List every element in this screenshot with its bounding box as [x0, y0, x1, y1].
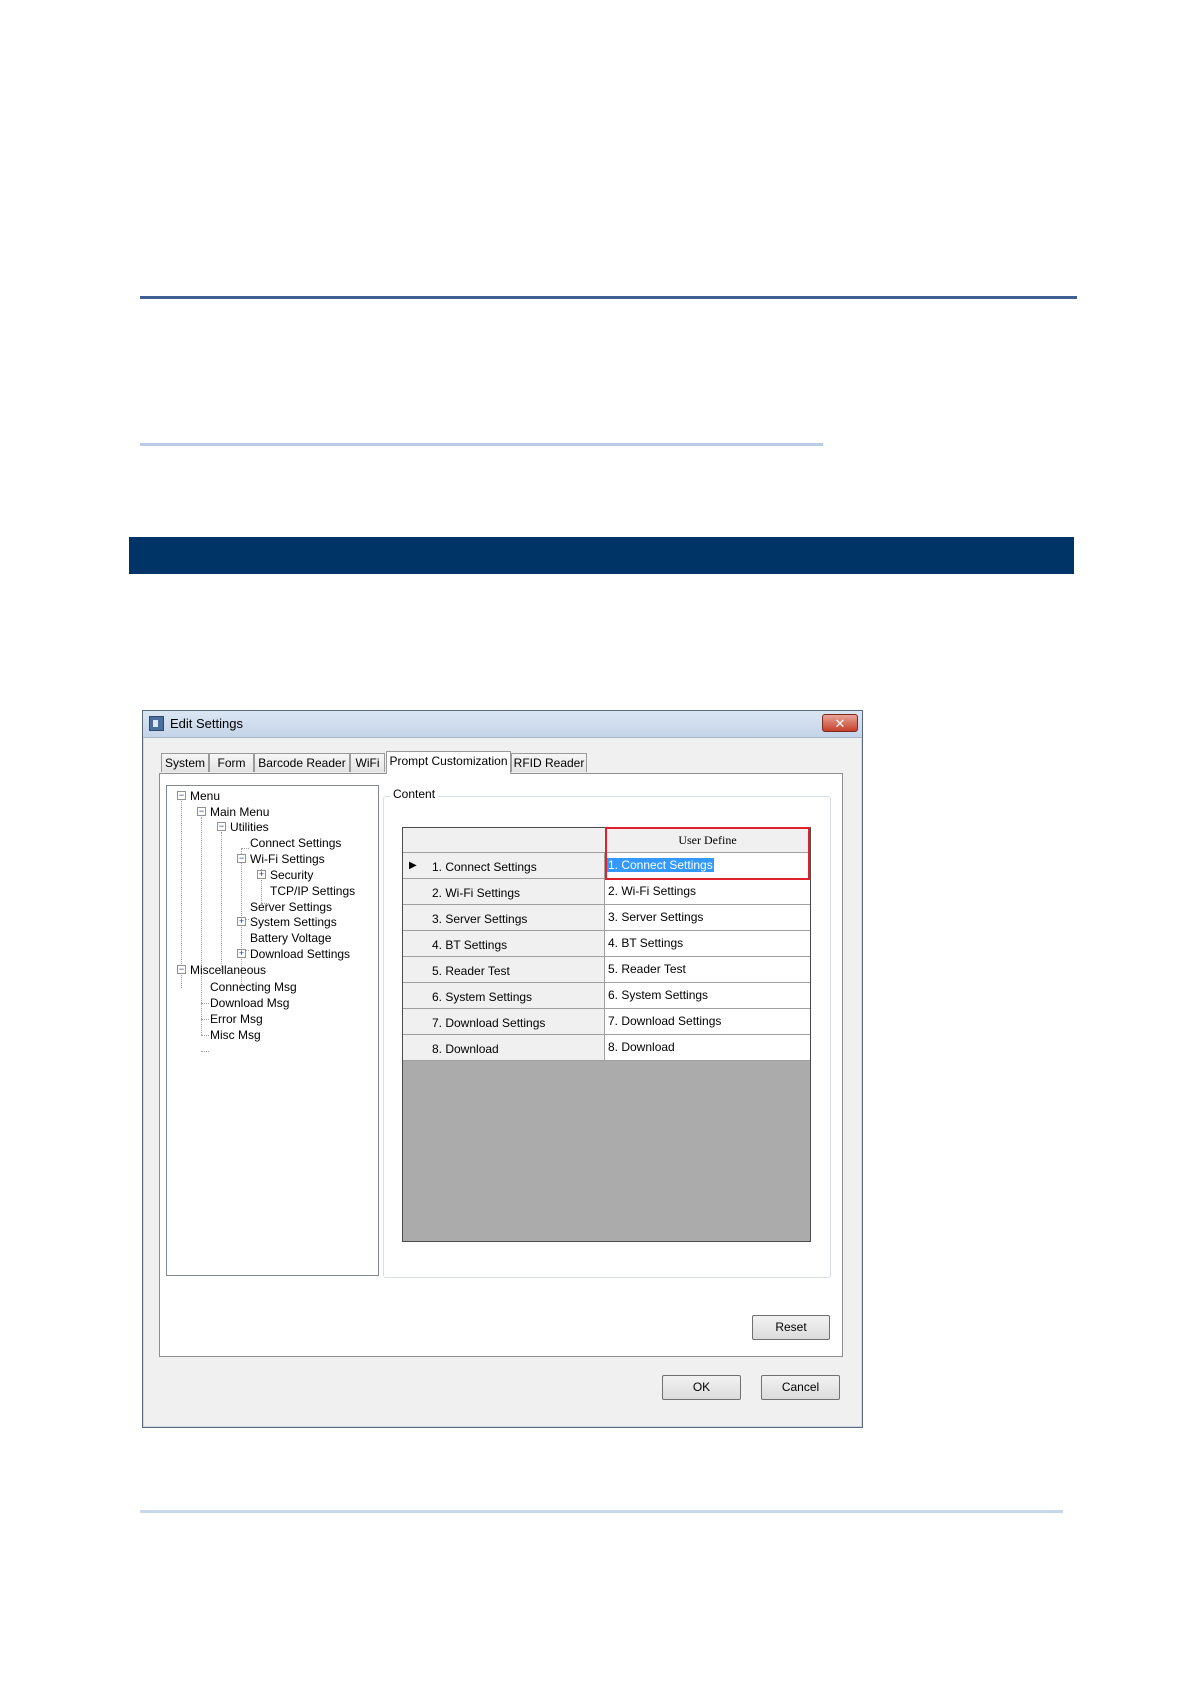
section-band: [129, 537, 1074, 574]
tab-rfid-reader[interactable]: RFID Reader: [511, 753, 587, 772]
tree-node-utilities[interactable]: Utilities: [230, 820, 269, 834]
row-header[interactable]: 5. Reader Test: [403, 957, 605, 983]
row-label: 1. Connect Settings: [432, 860, 537, 874]
table-row[interactable]: 7. Download Settings 7. Download Setting…: [403, 1009, 810, 1035]
tree-node-menu[interactable]: Menu: [190, 789, 220, 803]
row-header[interactable]: 7. Download Settings: [403, 1009, 605, 1035]
tree-node-connecting-msg[interactable]: Connecting Msg: [210, 980, 297, 994]
table-row[interactable]: 6. System Settings 6. System Settings: [403, 983, 810, 1009]
cell-value: 2. Wi-Fi Settings: [608, 884, 697, 898]
row-label: 5. Reader Test: [432, 964, 510, 978]
cell-value: 7. Download Settings: [608, 1014, 722, 1028]
tree-node-server-settings[interactable]: Server Settings: [250, 900, 332, 914]
table-row[interactable]: 8. Download 8. Download: [403, 1035, 810, 1061]
edit-settings-dialog: Edit Settings ✕ System Form Barcode Read…: [142, 710, 863, 1428]
table-row[interactable]: 2. Wi-Fi Settings 2. Wi-Fi Settings: [403, 879, 810, 905]
tree-connector: [221, 832, 222, 972]
current-row-icon: ▶: [409, 860, 417, 871]
table-row[interactable]: 5. Reader Test 5. Reader Test: [403, 957, 810, 983]
cell-value-selected[interactable]: 1. Connect Settings: [607, 858, 714, 872]
tab-barcode-reader[interactable]: Barcode Reader: [254, 753, 350, 772]
ok-button[interactable]: OK: [662, 1375, 741, 1400]
tree-connector: [181, 801, 182, 988]
row-label: 7. Download Settings: [432, 1016, 546, 1030]
row-label: 2. Wi-Fi Settings: [432, 886, 521, 900]
row-label: 8. Download: [432, 1042, 499, 1056]
subtitle-rule: [140, 443, 823, 446]
table-row[interactable]: ▶ 1. Connect Settings 1. Connect Setting…: [403, 853, 810, 879]
table-row[interactable]: 3. Server Settings 3. Server Settings: [403, 905, 810, 931]
collapse-icon[interactable]: −: [217, 822, 226, 831]
grid-header: User Define: [403, 828, 810, 853]
row-header[interactable]: 8. Download: [403, 1035, 605, 1061]
table-row[interactable]: 4. BT Settings 4. BT Settings: [403, 931, 810, 957]
user-define-cell[interactable]: 4. BT Settings: [605, 931, 810, 957]
tab-wifi[interactable]: WiFi: [350, 753, 385, 772]
prompt-grid[interactable]: User Define ▶ 1. Connect Settings 1. Con…: [402, 827, 811, 1242]
row-header[interactable]: 3. Server Settings: [403, 905, 605, 931]
row-header[interactable]: 2. Wi-Fi Settings: [403, 879, 605, 905]
collapse-icon[interactable]: −: [177, 791, 186, 800]
tree-node-miscellaneous[interactable]: Miscellaneous: [190, 963, 266, 977]
user-define-cell[interactable]: 8. Download: [605, 1035, 810, 1061]
row-header[interactable]: 6. System Settings: [403, 983, 605, 1009]
tab-prompt-customization[interactable]: Prompt Customization: [386, 751, 511, 774]
tree-node-security[interactable]: Security: [270, 868, 313, 882]
tree-node-misc-msg[interactable]: Misc Msg: [210, 1028, 261, 1042]
tree-node-system-settings[interactable]: System Settings: [250, 915, 337, 929]
row-header[interactable]: ▶ 1. Connect Settings: [403, 853, 605, 879]
tree-node-error-msg[interactable]: Error Msg: [210, 1012, 263, 1026]
cell-value: 4. BT Settings: [608, 936, 684, 950]
tab-form[interactable]: Form: [209, 753, 254, 772]
tree-connector: [241, 848, 249, 849]
window-title: Edit Settings: [170, 716, 243, 731]
row-label: 4. BT Settings: [432, 938, 508, 952]
cell-value: 6. System Settings: [608, 988, 709, 1002]
tree-connector: [201, 1019, 209, 1020]
tab-system[interactable]: System: [161, 753, 209, 772]
row-label: 3. Server Settings: [432, 912, 528, 926]
user-define-cell[interactable]: 2. Wi-Fi Settings: [605, 879, 810, 905]
tree-node-main-menu[interactable]: Main Menu: [210, 805, 269, 819]
title-bar[interactable]: Edit Settings ✕: [143, 711, 862, 738]
tree-node-download-msg[interactable]: Download Msg: [210, 996, 289, 1010]
collapse-icon[interactable]: −: [197, 807, 206, 816]
tree-node-wifi-settings[interactable]: Wi-Fi Settings: [250, 852, 325, 866]
tree-connector: [201, 1035, 209, 1036]
expand-icon[interactable]: +: [257, 870, 266, 879]
user-define-cell[interactable]: 5. Reader Test: [605, 957, 810, 983]
reset-button[interactable]: Reset: [752, 1315, 830, 1340]
title-rule: [140, 296, 1077, 299]
user-define-cell[interactable]: 6. System Settings: [605, 983, 810, 1009]
tree-node-connect-settings[interactable]: Connect Settings: [250, 836, 341, 850]
user-define-cell[interactable]: 1. Connect Settings: [605, 853, 810, 879]
expand-icon[interactable]: +: [237, 949, 246, 958]
tree-node-tcpip-settings[interactable]: TCP/IP Settings: [270, 884, 355, 898]
cancel-button[interactable]: Cancel: [761, 1375, 840, 1400]
prompt-customization-panel: − Menu − Main Menu − Utilities Connect S…: [159, 773, 843, 1357]
content-group-label: Content: [390, 787, 439, 801]
footer-rule: [140, 1510, 1063, 1513]
close-button[interactable]: ✕: [822, 714, 858, 732]
user-define-cell[interactable]: 3. Server Settings: [605, 905, 810, 931]
column-header-user-define[interactable]: User Define: [605, 828, 810, 852]
cell-value: 3. Server Settings: [608, 910, 704, 924]
collapse-icon[interactable]: −: [177, 965, 186, 974]
tree-connector: [201, 1003, 209, 1004]
cell-value: 8. Download: [608, 1040, 675, 1054]
cell-value: 5. Reader Test: [608, 962, 686, 976]
tree-node-download-settings[interactable]: Download Settings: [250, 947, 350, 961]
menu-tree[interactable]: − Menu − Main Menu − Utilities Connect S…: [166, 785, 379, 1276]
tree-connector: [201, 1051, 209, 1052]
row-header[interactable]: 4. BT Settings: [403, 931, 605, 957]
collapse-icon[interactable]: −: [237, 854, 246, 863]
user-define-cell[interactable]: 7. Download Settings: [605, 1009, 810, 1035]
tree-node-battery-voltage[interactable]: Battery Voltage: [250, 931, 331, 945]
app-icon: [149, 716, 164, 731]
expand-icon[interactable]: +: [237, 917, 246, 926]
row-label: 6. System Settings: [432, 990, 533, 1004]
